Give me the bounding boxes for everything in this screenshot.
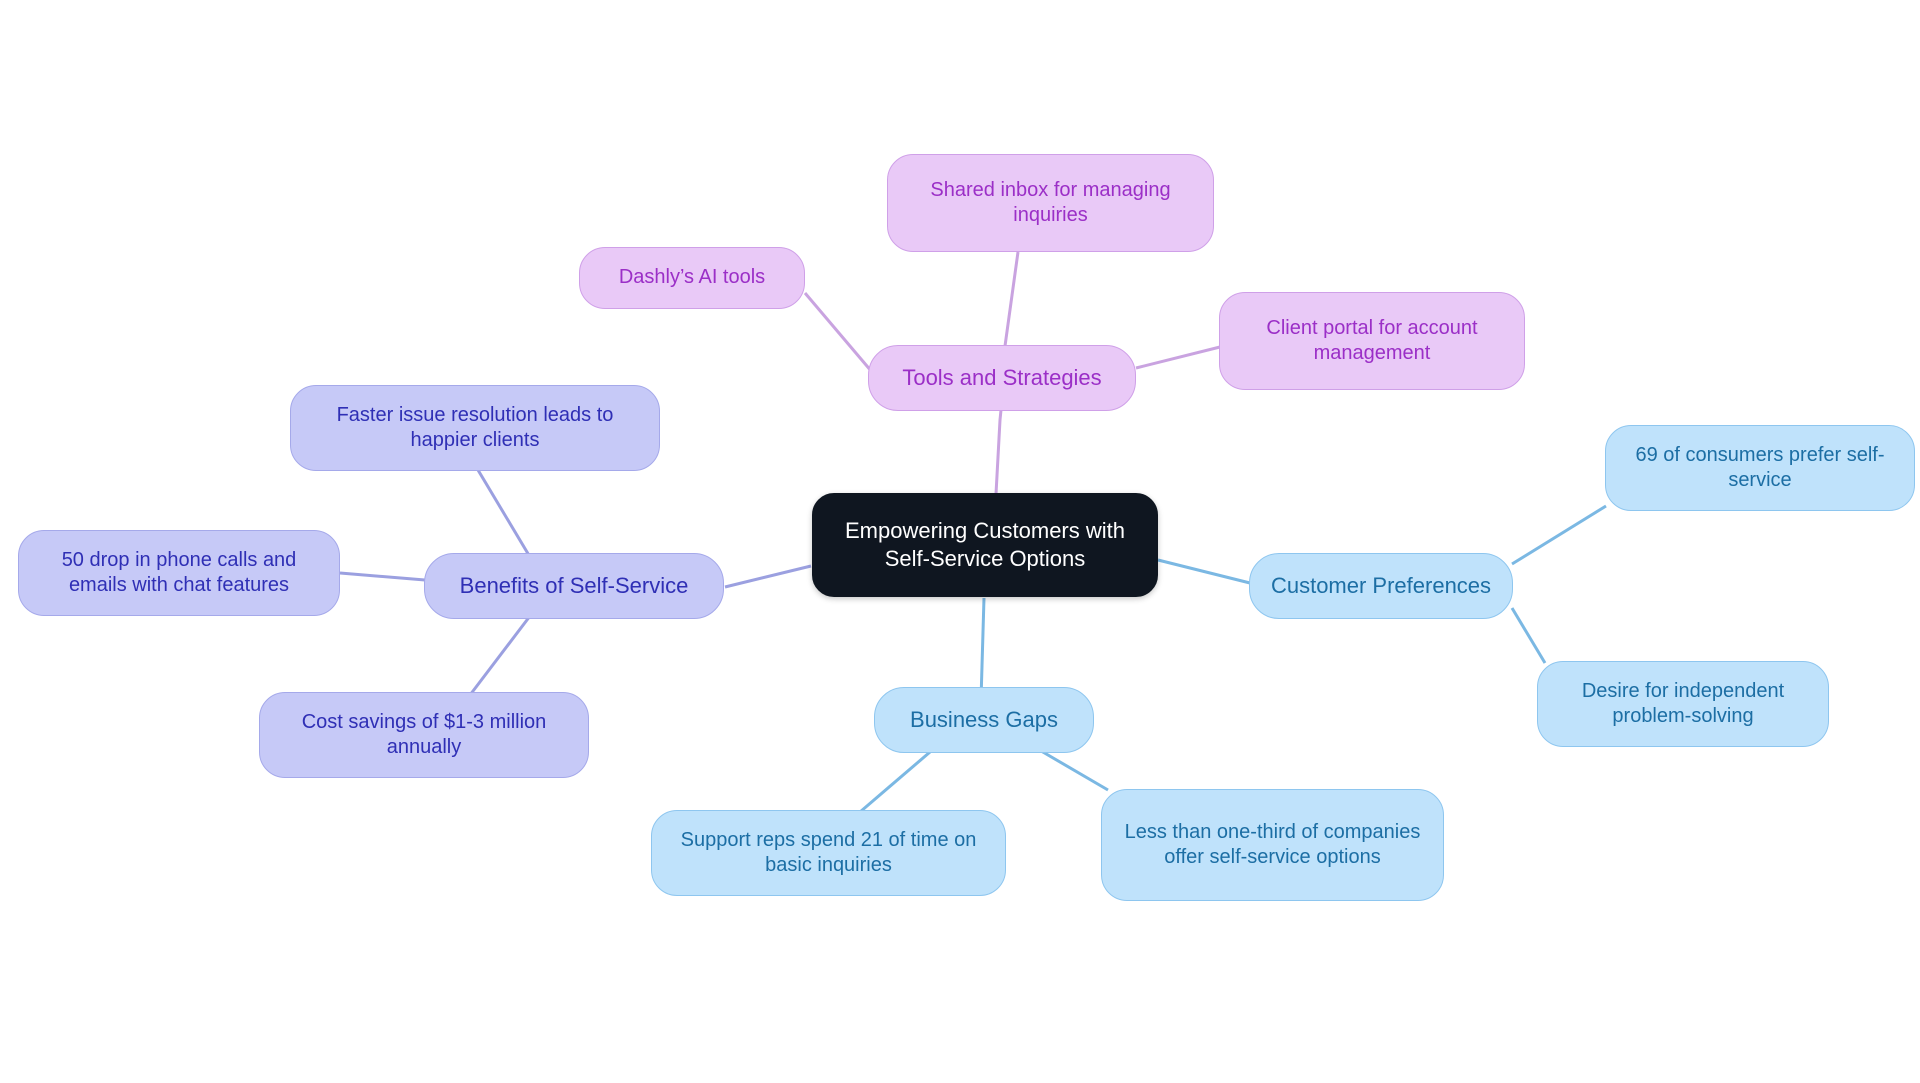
leaf-node-consumers-prefer-self-service[interactable]: 69 of consumers prefer self-service: [1605, 425, 1915, 511]
edge-tools-to-dashly-ai-tools: [803, 292, 874, 373]
leaf-label-shared-inbox: Shared inbox for managing inquiries: [930, 178, 1171, 226]
edge-business-gaps-to-support-reps-time: [859, 750, 931, 814]
leaf-node-dashly-ai-tools[interactable]: Dashly’s AI tools: [579, 247, 805, 309]
leaf-label-cost-savings: Cost savings of $1-3 million annually: [301, 710, 547, 758]
mindmap-canvas: Empowering Customers with Self-Service O…: [0, 0, 1920, 1083]
edge-root-to-benefits: [724, 564, 812, 589]
branch-label-customer-preferences: Customer Preferences: [1270, 573, 1492, 599]
root-node-label: Empowering Customers with Self-Service O…: [845, 518, 1125, 571]
root-node[interactable]: Empowering Customers with Self-Service O…: [812, 493, 1158, 597]
edge-tools-to-shared-inbox: [1003, 251, 1020, 347]
leaf-label-consumers-prefer-self-service: 69 of consumers prefer self-service: [1635, 443, 1885, 491]
leaf-label-faster-issue-resolution: Faster issue resolution leads to happier…: [336, 403, 614, 451]
edge-customer-preferences-to-independent-problem-solving: [1510, 607, 1547, 664]
leaf-label-companies-offer-self-service: Less than one-third of companies offer s…: [1124, 820, 1421, 868]
edge-benefits-to-faster-issue-resolution: [476, 469, 532, 558]
leaf-label-drop-in-phone-calls: 50 drop in phone calls and emails with c…: [61, 548, 297, 596]
leaf-label-independent-problem-solving: Desire for independent problem-solving: [1581, 679, 1785, 727]
edge-benefits-to-cost-savings: [468, 615, 532, 696]
leaf-node-shared-inbox[interactable]: Shared inbox for managing inquiries: [887, 154, 1214, 252]
edge-tools-to-client-portal: [1135, 345, 1221, 370]
leaf-node-independent-problem-solving[interactable]: Desire for independent problem-solving: [1537, 661, 1829, 747]
leaf-label-dashly-ai-tools: Dashly’s AI tools: [618, 266, 766, 289]
branch-node-customer-preferences[interactable]: Customer Preferences: [1249, 553, 1513, 619]
branch-label-benefits-of-self-service: Benefits of Self-Service: [459, 573, 689, 599]
leaf-node-drop-in-phone-calls[interactable]: 50 drop in phone calls and emails with c…: [18, 530, 340, 616]
branch-label-tools-and-strategies: Tools and Strategies: [902, 365, 1102, 391]
leaf-node-cost-savings[interactable]: Cost savings of $1-3 million annually: [259, 692, 589, 778]
branch-node-benefits-of-self-service[interactable]: Benefits of Self-Service: [424, 553, 724, 619]
edge-business-gaps-to-companies-offer-self-service: [1035, 746, 1109, 792]
leaf-label-client-portal: Client portal for account management: [1266, 316, 1478, 364]
edge-root-to-tools-and-strategies: [994, 399, 1004, 495]
branch-label-business-gaps: Business Gaps: [910, 707, 1058, 733]
leaf-label-support-reps-time: Support reps spend 21 of time on basic i…: [680, 828, 977, 876]
leaf-node-companies-offer-self-service[interactable]: Less than one-third of companies offer s…: [1101, 789, 1444, 901]
edge-root-to-business-gaps: [979, 597, 986, 701]
edge-benefits-to-drop-in-phone-calls: [339, 571, 426, 582]
leaf-node-faster-issue-resolution[interactable]: Faster issue resolution leads to happier…: [290, 385, 660, 471]
leaf-node-support-reps-time[interactable]: Support reps spend 21 of time on basic i…: [651, 810, 1006, 896]
branch-node-tools-and-strategies[interactable]: Tools and Strategies: [868, 345, 1136, 411]
edge-customer-preferences-to-consumers-prefer: [1511, 504, 1607, 566]
branch-node-business-gaps[interactable]: Business Gaps: [874, 687, 1094, 753]
edge-root-to-customer-preferences: [1157, 558, 1251, 585]
leaf-node-client-portal[interactable]: Client portal for account management: [1219, 292, 1525, 390]
